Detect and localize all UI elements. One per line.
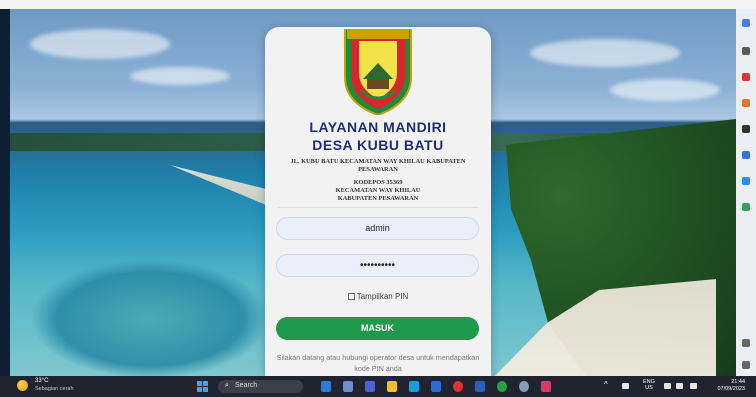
language-indicator[interactable]: ENG US (643, 379, 655, 391)
edge-icon[interactable] (409, 381, 419, 392)
sidebar-icon[interactable] (742, 125, 750, 133)
language-region: US (645, 385, 653, 391)
battery-icon[interactable] (690, 383, 697, 389)
cloud (130, 67, 230, 85)
sidebar-icon[interactable] (742, 151, 750, 159)
address-postcode: KODEPOS 35369 (353, 179, 403, 186)
windows-start-icon[interactable] (197, 381, 208, 392)
weather-temperature[interactable]: 33°C (35, 378, 48, 384)
opera-icon[interactable] (453, 381, 463, 392)
sidebar-icon[interactable] (742, 73, 750, 81)
sidebar-icon[interactable] (742, 361, 750, 369)
address-street: JL. KUBU BATU KECAMATAN WAY KHILAU KABUP… (290, 158, 466, 173)
search-icon: ⌕ (225, 382, 229, 389)
folder-icon[interactable] (387, 381, 397, 392)
cloud (610, 79, 720, 101)
sidebar-icon[interactable] (742, 19, 750, 27)
sidebar-icon[interactable] (742, 177, 750, 185)
address-district: KECAMATAN WAY KHILAU (335, 187, 421, 194)
weather-description[interactable]: Sebagian cerah (35, 386, 74, 392)
window-left-edge (0, 9, 10, 376)
cloud-icon[interactable] (622, 383, 629, 389)
whatsapp-icon[interactable] (497, 381, 507, 392)
taskbar-app-icon[interactable] (343, 381, 353, 392)
divider (277, 207, 479, 208)
sidebar-icon[interactable] (742, 99, 750, 107)
app-title-line2: DESA KUBU BATU (312, 137, 444, 153)
show-pin-row[interactable]: Tampilkan PIN (265, 292, 491, 301)
cloud (530, 39, 680, 67)
tray-chevron-icon[interactable]: ^ (604, 380, 608, 389)
taskbar: 33°C Sebagian cerah ⌕ Search ^ ENG US 21… (0, 376, 756, 397)
cloud (30, 29, 170, 59)
pesawaran-logo (344, 29, 412, 115)
taskbar-app-icon[interactable] (431, 381, 441, 392)
word-icon[interactable] (475, 381, 485, 392)
sidebar-icon[interactable] (742, 47, 750, 55)
right-sidebar (736, 9, 756, 376)
clock-time: 21:44 (731, 379, 745, 385)
taskbar-app-icon[interactable] (541, 381, 551, 392)
address-regency: KABUPATEN PESAWARAN (337, 195, 419, 202)
app-title-line1: LAYANAN MANDIRI (309, 119, 447, 135)
sidebar-icon[interactable] (742, 203, 750, 211)
taskbar-app-icon[interactable] (321, 381, 331, 392)
taskbar-app-icon[interactable] (365, 381, 375, 392)
footer-help-text: Silakan datang atau hubungi operator des… (276, 353, 480, 373)
taskbar-search[interactable]: ⌕ Search (218, 380, 303, 393)
reef (30, 259, 270, 376)
search-label: Search (235, 382, 258, 389)
login-card: LAYANAN MANDIRI DESA KUBU BATU JL. KUBU … (265, 27, 491, 376)
clock-date: 07/09/2023 (717, 386, 745, 392)
username-field[interactable]: admin (276, 217, 479, 240)
login-button[interactable]: MASUK (276, 317, 479, 340)
show-pin-label: Tampilkan PIN (356, 292, 409, 301)
weather-icon[interactable] (17, 380, 28, 391)
sidebar-icon[interactable] (742, 339, 750, 347)
volume-icon[interactable] (676, 383, 683, 389)
window-top-strip (0, 0, 756, 9)
wifi-icon[interactable] (664, 383, 671, 389)
settings-icon[interactable] (519, 381, 529, 392)
clock[interactable]: 21:44 07/09/2023 (707, 379, 745, 393)
show-pin-checkbox[interactable] (347, 293, 355, 301)
pin-field[interactable]: •••••••••• (276, 254, 479, 277)
